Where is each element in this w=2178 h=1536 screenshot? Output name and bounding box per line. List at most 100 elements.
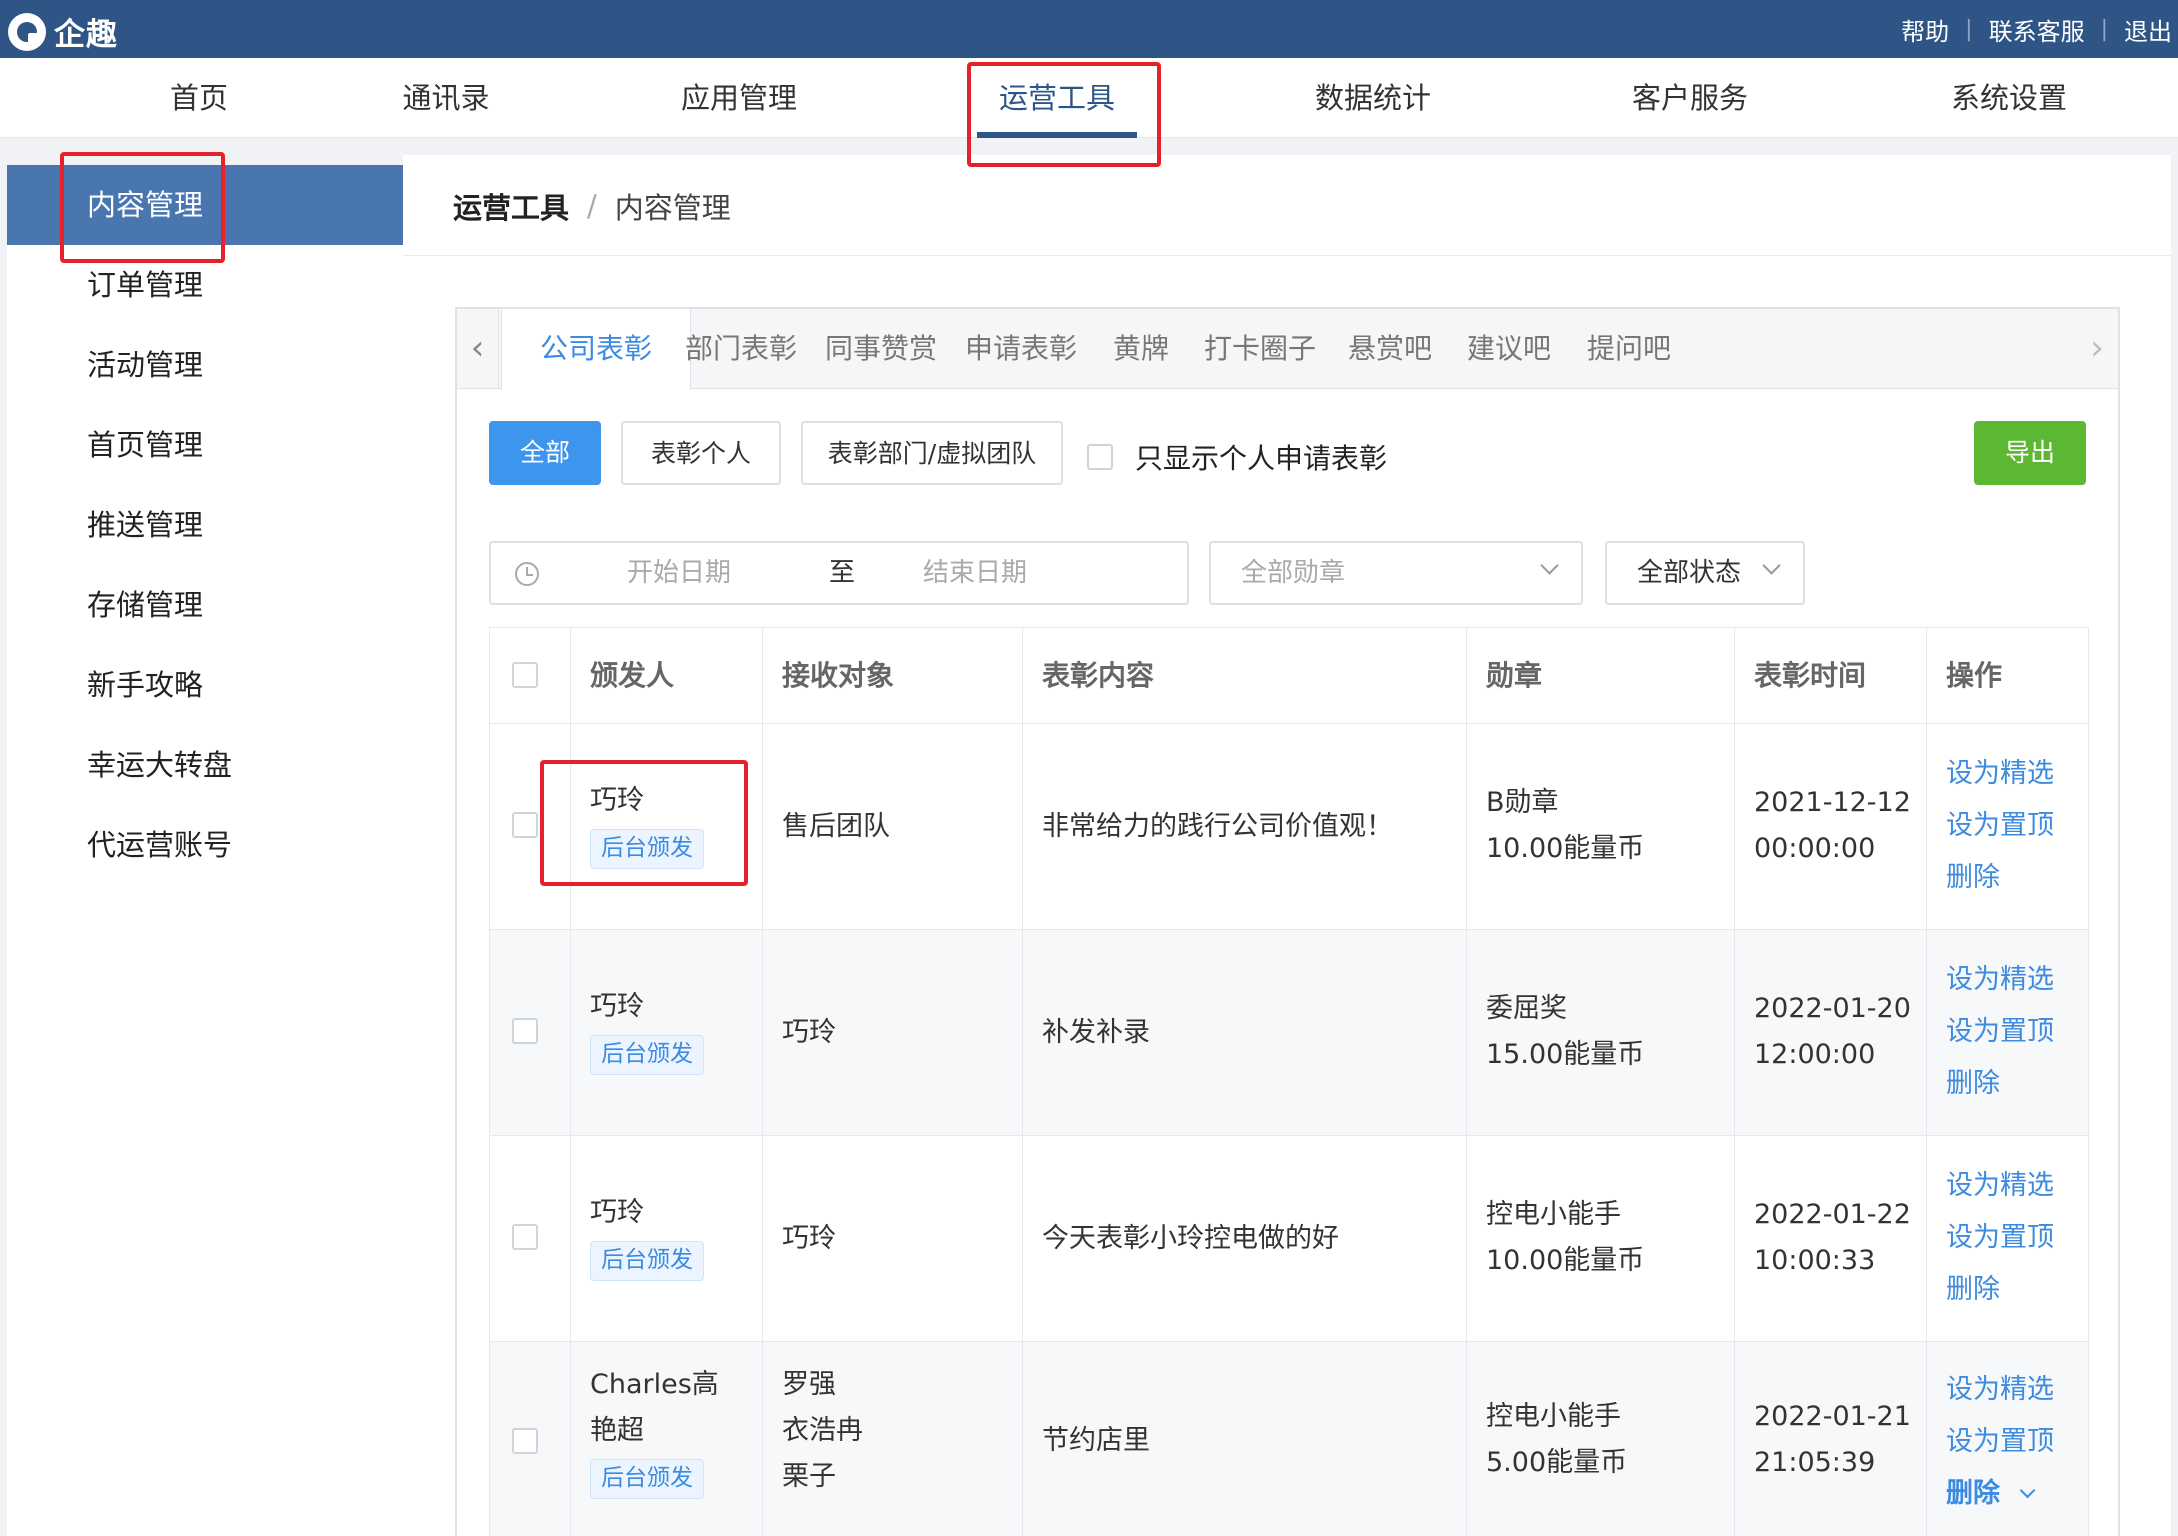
- column-divider: [1734, 628, 1735, 1536]
- contact-support-link[interactable]: 联系客服: [1989, 12, 2085, 47]
- energy-coins: 10.00能量币: [1486, 833, 1645, 864]
- tab-department-commendation[interactable]: 部门表彰: [685, 309, 797, 389]
- sidebar-item-activity-management[interactable]: 活动管理: [7, 325, 403, 405]
- select-all-checkbox[interactable]: [512, 662, 538, 688]
- receiver-name: 巧玲: [782, 1223, 836, 1254]
- only-personal-label: 只显示个人申请表彰: [1135, 442, 1388, 475]
- sidebar-item-agent-account[interactable]: 代运营账号: [7, 805, 403, 885]
- receiver-name: 售后团队: [782, 811, 890, 842]
- backend-issued-badge: 后台颁发: [590, 1035, 704, 1075]
- column-divider: [1466, 628, 1467, 1536]
- time-cell: 2022-01-22 10:00:33: [1754, 1192, 1911, 1284]
- row-checkbox[interactable]: [512, 1224, 538, 1250]
- set-featured-link[interactable]: 设为精选: [1946, 748, 2054, 800]
- issuer-cell: 巧玲 后台颁发: [590, 778, 704, 870]
- receiver-name: 栗子: [782, 1461, 836, 1492]
- set-featured-link[interactable]: 设为精选: [1946, 1160, 2054, 1212]
- sidebar-item-content-management[interactable]: 内容管理: [7, 165, 403, 245]
- only-personal-checkbox[interactable]: [1087, 444, 1113, 470]
- nav-home[interactable]: 首页: [170, 58, 228, 138]
- delete-link[interactable]: 删除: [1946, 1264, 2054, 1316]
- sidebar-item-lucky-wheel[interactable]: 幸运大转盘: [7, 725, 403, 805]
- issuer-name: 巧玲: [590, 785, 644, 816]
- column-header-issuer: 颁发人: [590, 659, 675, 692]
- commendation-date: 2022-01-20: [1754, 993, 1911, 1024]
- nav-customer-service[interactable]: 客户服务: [1632, 58, 1748, 138]
- sidebar: 内容管理 订单管理 活动管理 首页管理 推送管理 存储管理 新手攻略 幸运大转盘…: [7, 165, 403, 1536]
- delete-link[interactable]: 删除: [1946, 1058, 2054, 1110]
- tab-apply-commendation[interactable]: 申请表彰: [965, 309, 1077, 389]
- tab-bounty[interactable]: 悬赏吧: [1348, 309, 1432, 389]
- column-header-content: 表彰内容: [1042, 659, 1155, 692]
- divider: [403, 255, 2171, 256]
- medal-cell: 控电小能手 10.00能量币: [1486, 1192, 1644, 1284]
- content-cell: 今天表彰小玲控电做的好: [1042, 1223, 1339, 1254]
- nav-contacts[interactable]: 通讯录: [402, 58, 489, 138]
- set-pinned-link[interactable]: 设为置顶: [1946, 1416, 2054, 1468]
- medal-name: B勋章: [1486, 787, 1559, 818]
- row-checkbox[interactable]: [512, 1428, 538, 1454]
- breadcrumb-parent[interactable]: 运营工具: [453, 185, 569, 227]
- main-nav: 首页 通讯录 应用管理 运营工具 数据统计 客户服务 系统设置: [0, 58, 2178, 138]
- end-date-input[interactable]: 结束日期: [923, 543, 1027, 603]
- table-header: 颁发人 接收对象 表彰内容 勋章 表彰时间 操作: [490, 628, 2088, 724]
- column-header-medal: 勋章: [1486, 659, 1543, 692]
- date-range-picker[interactable]: 开始日期 至 结束日期: [489, 541, 1189, 605]
- filter-individual-button[interactable]: 表彰个人: [621, 421, 781, 485]
- export-button[interactable]: 导出: [1974, 421, 2086, 485]
- commendation-time: 21:05:39: [1754, 1447, 1876, 1478]
- set-featured-link[interactable]: 设为精选: [1946, 1364, 2054, 1416]
- sidebar-item-homepage-management[interactable]: 首页管理: [7, 405, 403, 485]
- nav-app-management[interactable]: 应用管理: [681, 58, 797, 138]
- nav-operation-tools[interactable]: 运营工具: [999, 58, 1115, 138]
- help-link[interactable]: 帮助: [1901, 12, 1949, 47]
- logout-link[interactable]: 退出: [2124, 12, 2172, 47]
- tab-company-commendation[interactable]: 公司表彰: [500, 309, 692, 390]
- nav-data-statistics[interactable]: 数据统计: [1315, 58, 1431, 138]
- delete-link[interactable]: 删除: [1946, 1468, 2054, 1520]
- tab-questions[interactable]: 提问吧: [1587, 309, 1671, 389]
- main-content: 运营工具 / 内容管理 ‹ 公司表彰 部门表彰 同事赞赏 申请表彰 黄牌 打卡圈…: [403, 155, 2171, 1536]
- sidebar-item-beginner-guide[interactable]: 新手攻略: [7, 645, 403, 725]
- sidebar-item-push-management[interactable]: 推送管理: [7, 485, 403, 565]
- tab-yellow-card[interactable]: 黄牌: [1113, 309, 1169, 389]
- receiver-cell: 罗强 衣浩冉 栗子: [782, 1362, 863, 1500]
- filter-all-button[interactable]: 全部: [489, 421, 601, 485]
- medal-select-placeholder: 全部勋章: [1241, 558, 1346, 588]
- tab-scroll-right-icon[interactable]: ›: [2076, 309, 2118, 389]
- set-pinned-link[interactable]: 设为置顶: [1946, 800, 2054, 852]
- commendation-time: 10:00:33: [1754, 1245, 1876, 1276]
- receiver-cell: 巧玲: [782, 1010, 836, 1056]
- tab-colleague-appreciation[interactable]: 同事赞赏: [825, 309, 937, 389]
- set-featured-link[interactable]: 设为精选: [1946, 954, 2054, 1006]
- nav-system-settings[interactable]: 系统设置: [1951, 58, 2067, 138]
- energy-coins: 10.00能量币: [1486, 1245, 1645, 1276]
- commendation-date: 2022-01-22: [1754, 1199, 1911, 1230]
- tab-checkin-circle[interactable]: 打卡圈子: [1204, 309, 1316, 389]
- only-personal-filter[interactable]: 只显示个人申请表彰: [1087, 437, 1387, 477]
- commendation-date: 2022-01-21: [1754, 1401, 1911, 1432]
- sidebar-item-order-management[interactable]: 订单管理: [7, 245, 403, 325]
- app-logo[interactable]: 企趣: [8, 9, 118, 54]
- tab-suggestions[interactable]: 建议吧: [1467, 309, 1551, 389]
- set-pinned-link[interactable]: 设为置顶: [1946, 1006, 2054, 1058]
- set-pinned-link[interactable]: 设为置顶: [1946, 1212, 2054, 1264]
- tab-scroll-left-icon[interactable]: ‹: [457, 309, 499, 389]
- start-date-input[interactable]: 开始日期: [627, 543, 731, 603]
- filter-department-button[interactable]: 表彰部门/虚拟团队: [801, 421, 1063, 485]
- time-cell: 2022-01-21 21:05:39: [1754, 1394, 1911, 1486]
- medal-cell: 委屈奖 15.00能量币: [1486, 986, 1644, 1078]
- chevron-down-icon: [1540, 556, 1559, 575]
- delete-link[interactable]: 删除: [1946, 852, 2054, 904]
- medal-cell: B勋章 10.00能量币: [1486, 780, 1644, 872]
- table-row: Charles高 艳超 后台颁发 罗强 衣浩冉 栗子 节约店里 控电小能手 5.…: [490, 1342, 2088, 1536]
- medal-name: 委屈奖: [1486, 993, 1567, 1024]
- receiver-name: 衣浩冉: [782, 1415, 863, 1446]
- row-checkbox[interactable]: [512, 812, 538, 838]
- status-select[interactable]: 全部状态: [1605, 541, 1805, 605]
- content-cell: 非常给力的践行公司价值观！: [1042, 811, 1393, 842]
- issuer-name: 巧玲: [590, 1197, 644, 1228]
- sidebar-item-storage-management[interactable]: 存储管理: [7, 565, 403, 645]
- medal-select[interactable]: 全部勋章: [1209, 541, 1583, 605]
- row-checkbox[interactable]: [512, 1018, 538, 1044]
